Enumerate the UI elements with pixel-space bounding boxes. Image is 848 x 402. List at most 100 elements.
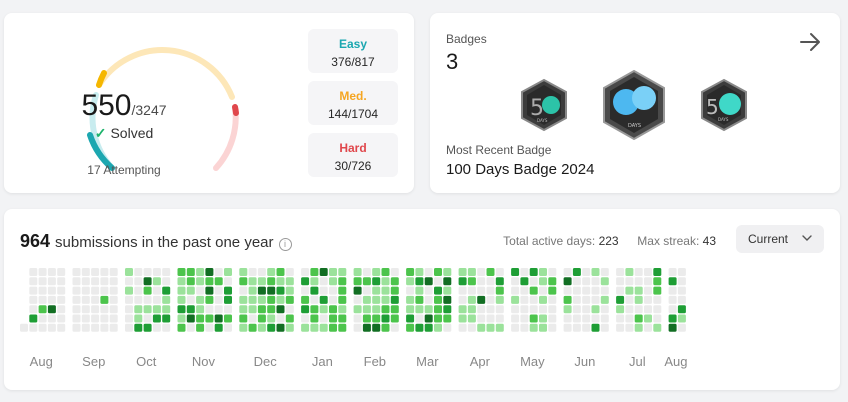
heatmap-day-cell[interactable] <box>572 268 581 276</box>
heatmap-day-cell[interactable] <box>239 286 248 295</box>
heatmap-day-cell[interactable] <box>205 305 214 314</box>
heatmap-day-cell[interactable] <box>625 323 634 332</box>
heatmap-day-cell[interactable] <box>186 314 195 323</box>
50-days-badge-icon[interactable]: 5 DAYS <box>516 77 572 133</box>
heatmap-day-cell[interactable] <box>529 305 538 314</box>
heatmap-day-cell[interactable] <box>477 268 486 276</box>
heatmap-day-cell[interactable] <box>591 323 600 332</box>
heatmap-day-cell[interactable] <box>38 314 47 323</box>
heatmap-day-cell[interactable] <box>196 314 205 323</box>
heatmap-day-cell[interactable] <box>196 277 205 286</box>
heatmap-day-cell[interactable] <box>434 323 442 332</box>
heatmap-day-cell[interactable] <box>310 323 319 332</box>
heatmap-day-cell[interactable] <box>443 286 452 295</box>
heatmap-day-cell[interactable] <box>634 286 643 295</box>
heatmap-day-cell[interactable] <box>125 286 133 295</box>
heatmap-day-cell[interactable] <box>415 323 424 332</box>
heatmap-day-cell[interactable] <box>548 314 557 323</box>
heatmap-day-cell[interactable] <box>205 295 214 304</box>
heatmap-day-cell[interactable] <box>257 268 266 276</box>
heatmap-day-cell[interactable] <box>81 295 90 304</box>
heatmap-day-cell[interactable] <box>143 277 152 286</box>
heatmap-day-cell[interactable] <box>186 277 195 286</box>
heatmap-day-cell[interactable] <box>57 323 66 332</box>
heatmap-day-cell[interactable] <box>224 268 232 276</box>
heatmap-day-cell[interactable] <box>415 305 424 314</box>
heatmap-day-cell[interactable] <box>434 305 442 314</box>
heatmap-day-cell[interactable] <box>162 277 171 286</box>
heatmap-day-cell[interactable] <box>20 323 28 332</box>
heatmap-day-cell[interactable] <box>196 295 205 304</box>
heatmap-day-cell[interactable] <box>529 295 538 304</box>
heatmap-day-cell[interactable] <box>319 305 328 314</box>
heatmap-day-cell[interactable] <box>91 286 100 295</box>
heatmap-day-cell[interactable] <box>668 305 677 314</box>
arrow-right-icon[interactable] <box>798 29 824 55</box>
heatmap-day-cell[interactable] <box>415 286 424 295</box>
heatmap-day-cell[interactable] <box>72 286 81 295</box>
heatmap-day-cell[interactable] <box>467 314 476 323</box>
heatmap-day-cell[interactable] <box>539 314 547 323</box>
50-days-badge-icon-2[interactable]: 5 DAYS <box>696 77 752 133</box>
heatmap-day-cell[interactable] <box>539 305 547 314</box>
heatmap-day-cell[interactable] <box>205 314 214 323</box>
heatmap-day-cell[interactable] <box>57 277 66 286</box>
heatmap-day-cell[interactable] <box>511 305 520 314</box>
heatmap-day-cell[interactable] <box>644 295 652 304</box>
heatmap-day-cell[interactable] <box>443 314 452 323</box>
heatmap-day-cell[interactable] <box>38 268 47 276</box>
heatmap-day-cell[interactable] <box>644 305 652 314</box>
heatmap-day-cell[interactable] <box>248 314 257 323</box>
heatmap-day-cell[interactable] <box>72 268 81 276</box>
heatmap-day-cell[interactable] <box>29 286 38 295</box>
heatmap-day-cell[interactable] <box>668 323 677 332</box>
heatmap-day-cell[interactable] <box>301 295 310 304</box>
heatmap-day-cell[interactable] <box>100 295 109 304</box>
heatmap-day-cell[interactable] <box>177 314 186 323</box>
heatmap-day-cell[interactable] <box>381 295 390 304</box>
heatmap-day-cell[interactable] <box>100 314 109 323</box>
heatmap-day-cell[interactable] <box>372 305 381 314</box>
heatmap-day-cell[interactable] <box>310 277 319 286</box>
heatmap-day-cell[interactable] <box>72 277 81 286</box>
heatmap-day-cell[interactable] <box>677 286 686 295</box>
heatmap-day-cell[interactable] <box>239 268 248 276</box>
heatmap-day-cell[interactable] <box>390 295 399 304</box>
heatmap-day-cell[interactable] <box>267 277 276 286</box>
heatmap-day-cell[interactable] <box>152 277 161 286</box>
heatmap-day-cell[interactable] <box>338 323 347 332</box>
heatmap-day-cell[interactable] <box>224 277 232 286</box>
heatmap-day-cell[interactable] <box>486 314 495 323</box>
heatmap-day-cell[interactable] <box>81 323 90 332</box>
heatmap-day-cell[interactable] <box>381 286 390 295</box>
heatmap-day-cell[interactable] <box>72 305 81 314</box>
heatmap-day-cell[interactable] <box>634 295 643 304</box>
heatmap-day-cell[interactable] <box>511 268 520 276</box>
heatmap-day-cell[interactable] <box>458 268 467 276</box>
heatmap-day-cell[interactable] <box>591 277 600 286</box>
heatmap-day-cell[interactable] <box>634 305 643 314</box>
heatmap-day-cell[interactable] <box>372 268 381 276</box>
heatmap-day-cell[interactable] <box>625 286 634 295</box>
heatmap-day-cell[interactable] <box>582 323 591 332</box>
heatmap-day-cell[interactable] <box>81 305 90 314</box>
heatmap-day-cell[interactable] <box>47 314 56 323</box>
heatmap-day-cell[interactable] <box>329 323 337 332</box>
heatmap-day-cell[interactable] <box>406 268 415 276</box>
heatmap-day-cell[interactable] <box>495 277 504 286</box>
heatmap-day-cell[interactable] <box>616 295 625 304</box>
heatmap-day-cell[interactable] <box>186 268 195 276</box>
heatmap-day-cell[interactable] <box>100 286 109 295</box>
heatmap-day-cell[interactable] <box>125 277 133 286</box>
heatmap-day-cell[interactable] <box>424 295 433 304</box>
heatmap-day-cell[interactable] <box>329 286 337 295</box>
difficulty-easy[interactable]: Easy 376/817 <box>308 29 398 73</box>
heatmap-day-cell[interactable] <box>520 268 529 276</box>
heatmap-day-cell[interactable] <box>548 295 557 304</box>
heatmap-day-cell[interactable] <box>152 268 161 276</box>
heatmap-day-cell[interactable] <box>301 277 310 286</box>
heatmap-day-cell[interactable] <box>109 305 118 314</box>
heatmap-day-cell[interactable] <box>257 305 266 314</box>
heatmap-day-cell[interactable] <box>109 277 118 286</box>
heatmap-day-cell[interactable] <box>424 286 433 295</box>
